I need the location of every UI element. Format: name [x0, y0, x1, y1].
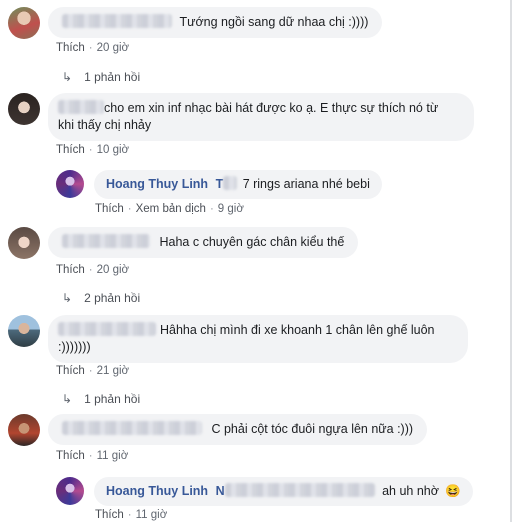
like-link[interactable]: Thích [56, 264, 85, 276]
reply-actions: Thích · 11 giờ [95, 509, 168, 521]
reply-bubble: Hoang Thuy Linh T 7 rings ariana nhé beb… [94, 170, 382, 199]
reply: Hoang Thuy Linh N ah uh nhờ 😆 [56, 477, 473, 506]
timestamp[interactable]: 20 giờ [97, 264, 129, 276]
comment-text-line1: cho em xin inf nhạc bài hát được ko ạ. E… [104, 101, 439, 115]
replies-count: 2 phản hồi [84, 291, 141, 305]
comment-actions: Thích · 11 giờ [56, 450, 129, 462]
like-link[interactable]: Thích [95, 509, 124, 521]
reply-text: ah uh nhờ [382, 484, 439, 498]
redacted-name [58, 322, 156, 336]
comment-actions: Thích · 20 giờ [56, 42, 130, 54]
timestamp[interactable]: 10 giờ [97, 144, 129, 156]
redacted-name [62, 14, 172, 28]
avatar[interactable] [8, 414, 40, 446]
redacted-name [58, 100, 104, 114]
timestamp[interactable]: 9 giờ [218, 203, 244, 215]
like-link[interactable]: Thích [56, 365, 85, 377]
like-link[interactable]: Thích [56, 144, 85, 156]
avatar[interactable] [8, 315, 40, 347]
replies-count: 1 phản hồi [84, 392, 141, 406]
reply-author-suffix: T [215, 177, 224, 191]
avatar[interactable] [8, 7, 40, 39]
comment-text-line2: :))))))) [58, 340, 91, 354]
view-replies-link[interactable]: ↳ 1 phản hồi [62, 392, 140, 406]
reply-text: 7 rings ariana nhé bebi [242, 177, 370, 191]
reply-actions: Thích · Xem bản dịch · 9 giờ [95, 203, 244, 215]
comment-text-line1: Hâhha chị mình đi xe khoanh 1 chân lên g… [160, 323, 435, 337]
redacted-name [62, 234, 150, 248]
like-link[interactable]: Thích [56, 450, 85, 462]
comment: Tướng ngồi sang dữ nhaa chị :)))) [8, 7, 383, 39]
comment-text: C phải cột tóc đuôi ngựa lên nữa :))) [211, 422, 414, 436]
comment-bubble: Hâhha chị mình đi xe khoanh 1 chân lên g… [48, 315, 468, 363]
comment: C phải cột tóc đuôi ngựa lên nữa :))) [8, 414, 428, 446]
laughing-emoji-icon: 😆 [445, 484, 461, 498]
redacted-name [223, 176, 238, 190]
like-link[interactable]: Thích [56, 42, 85, 54]
comment-bubble: C phải cột tóc đuôi ngựa lên nữa :))) [48, 414, 428, 445]
timestamp[interactable]: 20 giờ [97, 42, 129, 54]
avatar[interactable] [8, 227, 40, 259]
comment-text-line2: khi thấy chị nhảy [58, 118, 152, 132]
comment-bubble: Haha c chuyên gác chân kiểu thế [48, 227, 359, 258]
reply-bubble: Hoang Thuy Linh N ah uh nhờ 😆 [94, 477, 473, 506]
view-replies-link[interactable]: ↳ 1 phản hồi [62, 70, 140, 84]
see-translation-link[interactable]: Xem bản dịch [136, 203, 206, 215]
redacted-name [62, 421, 202, 435]
reply-author[interactable]: Hoang Thuy Linh [106, 484, 208, 498]
reply-author-suffix: N [215, 484, 225, 498]
comment-actions: Thích · 10 giờ [56, 144, 130, 156]
timestamp[interactable]: 11 giờ [136, 509, 168, 521]
comment-actions: Thích · 20 giờ [56, 264, 130, 276]
replies-count: 1 phản hồi [84, 70, 141, 84]
avatar[interactable] [56, 170, 84, 198]
comment: cho em xin inf nhạc bài hát được ko ạ. E… [8, 93, 474, 141]
reply-author[interactable]: Hoang Thuy Linh [106, 177, 208, 191]
comment-bubble: Tướng ngồi sang dữ nhaa chị :)))) [48, 7, 383, 38]
redacted-name [224, 483, 375, 497]
reply: Hoang Thuy Linh T 7 rings ariana nhé beb… [56, 170, 382, 199]
reply-arrow-icon: ↳ [62, 392, 73, 406]
like-link[interactable]: Thích [95, 203, 124, 215]
view-replies-link[interactable]: ↳ 2 phản hồi [62, 291, 140, 305]
reply-arrow-icon: ↳ [62, 291, 73, 305]
comment: Haha c chuyên gác chân kiểu thế [8, 227, 359, 259]
comment-text: Haha c chuyên gác chân kiểu thế [159, 235, 345, 249]
comment-text: Tướng ngồi sang dữ nhaa chị :)))) [179, 15, 369, 29]
reply-arrow-icon: ↳ [62, 70, 73, 84]
avatar[interactable] [56, 477, 84, 505]
timestamp[interactable]: 21 giờ [97, 365, 129, 377]
comment-bubble: cho em xin inf nhạc bài hát được ko ạ. E… [48, 93, 474, 141]
avatar[interactable] [8, 93, 40, 125]
comment-actions: Thích · 21 giờ [56, 365, 130, 377]
comment: Hâhha chị mình đi xe khoanh 1 chân lên g… [8, 315, 468, 363]
timestamp[interactable]: 11 giờ [97, 450, 129, 462]
